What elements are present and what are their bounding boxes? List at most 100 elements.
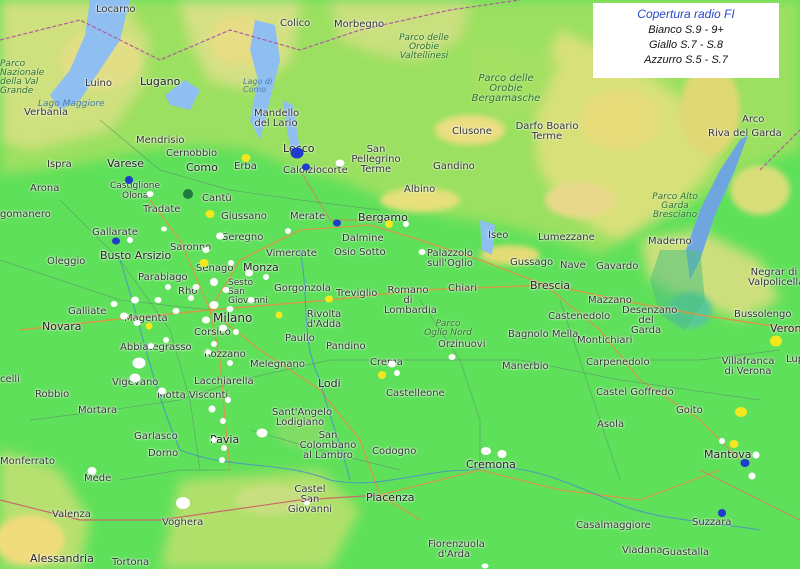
report-white[interactable]	[163, 337, 169, 343]
report-white[interactable]	[719, 438, 725, 444]
report-white[interactable]	[211, 437, 217, 443]
report-blue[interactable]	[290, 147, 304, 159]
report-white[interactable]	[481, 563, 489, 569]
report-white[interactable]	[221, 445, 227, 451]
report-white[interactable]	[154, 297, 162, 303]
report-white[interactable]	[127, 237, 133, 243]
place-montichiari: Montichiari	[577, 335, 633, 346]
report-white[interactable]	[148, 343, 154, 349]
report-white[interactable]	[263, 274, 269, 280]
report-white[interactable]	[146, 191, 154, 197]
report-yellow[interactable]	[770, 335, 782, 347]
place-ispra: Ispra	[47, 159, 72, 170]
report-white[interactable]	[285, 228, 291, 234]
report-blue[interactable]	[302, 163, 310, 171]
report-white[interactable]	[129, 373, 141, 383]
report-white[interactable]	[304, 500, 310, 506]
legend-row-yellow: Giallo S.7 - S.8	[649, 39, 723, 51]
place-bergamo: Bergamo	[358, 211, 408, 224]
report-white[interactable]	[448, 354, 456, 360]
report-white[interactable]	[233, 329, 239, 335]
report-white[interactable]	[161, 226, 167, 232]
place-treviglio: Treviglio	[336, 288, 378, 299]
place-negrar: Negrar di Valpolicella	[748, 267, 800, 288]
report-white[interactable]	[131, 296, 139, 304]
report-white[interactable]	[481, 447, 491, 455]
report-white[interactable]	[188, 295, 194, 301]
report-white[interactable]	[394, 370, 400, 376]
report-darkgreen[interactable]	[183, 189, 193, 199]
report-white[interactable]	[225, 397, 231, 403]
report-white[interactable]	[335, 159, 345, 167]
place-galliate: Galliate	[68, 306, 107, 317]
report-white[interactable]	[256, 428, 268, 438]
report-white[interactable]	[165, 284, 171, 290]
report-white[interactable]	[132, 357, 146, 369]
coverage-map[interactable]: Locarno Lugano Luino Verbania Lago Maggi…	[0, 0, 800, 569]
report-yellow[interactable]	[378, 371, 386, 379]
place-calolziocorte: Calolziocorte	[283, 165, 348, 176]
place-oleggio: Oleggio	[47, 256, 86, 267]
place-mede: Mede	[84, 473, 112, 484]
report-white[interactable]	[388, 360, 396, 368]
place-darfo: Darfo Boario Terme	[515, 121, 579, 142]
report-white[interactable]	[222, 287, 230, 293]
report-white[interactable]	[208, 405, 216, 413]
report-white[interactable]	[245, 269, 253, 277]
report-white[interactable]	[219, 457, 225, 463]
place-robbio: Robbio	[35, 389, 70, 400]
legend-row-blue: Azzurro S.5 - S.7	[644, 54, 728, 66]
report-white[interactable]	[176, 497, 190, 509]
report-white[interactable]	[216, 232, 224, 240]
place-morbegno: Morbegno	[334, 19, 385, 30]
place-castiglione: Castiglione	[110, 181, 160, 191]
report-white[interactable]	[228, 260, 234, 266]
report-white[interactable]	[158, 387, 166, 395]
park-oglio-nord: Parco Oglio Nord	[424, 319, 472, 338]
park-valgrande: Parco Nazionale della Val Grande	[0, 59, 45, 96]
report-white[interactable]	[172, 308, 180, 314]
place-rivolta: Rivolta d'Adda	[306, 309, 342, 330]
place-villafranca: Villafranca di Verona	[721, 356, 775, 377]
report-yellow[interactable]	[735, 407, 747, 417]
report-yellow[interactable]	[145, 322, 153, 330]
report-white[interactable]	[219, 324, 227, 332]
report-white[interactable]	[220, 418, 226, 424]
report-white[interactable]	[418, 249, 426, 255]
report-white[interactable]	[120, 312, 128, 320]
place-seregno: Seregno	[222, 232, 264, 243]
report-white[interactable]	[192, 284, 200, 290]
report-white[interactable]	[133, 320, 141, 326]
report-blue[interactable]	[333, 219, 341, 227]
report-yellow[interactable]	[729, 440, 739, 448]
report-blue[interactable]	[112, 237, 120, 245]
report-blue[interactable]	[740, 459, 750, 467]
report-white[interactable]	[403, 221, 409, 227]
place-orzinuovi: Orzinuovi	[438, 339, 486, 350]
report-white[interactable]	[227, 360, 233, 366]
place-goito: Goito	[676, 405, 703, 416]
place-parabiago: Parabiago	[138, 272, 188, 283]
report-white[interactable]	[247, 297, 255, 303]
report-white[interactable]	[211, 341, 217, 347]
place-arco: Arco	[742, 114, 765, 125]
report-white[interactable]	[205, 349, 211, 355]
report-yellow[interactable]	[241, 154, 251, 162]
report-yellow[interactable]	[205, 210, 215, 218]
report-yellow[interactable]	[275, 311, 283, 319]
report-white[interactable]	[748, 472, 756, 480]
report-white[interactable]	[497, 450, 507, 458]
report-white[interactable]	[226, 306, 234, 312]
report-yellow[interactable]	[385, 220, 393, 228]
report-white[interactable]	[202, 247, 210, 253]
report-yellow[interactable]	[199, 259, 209, 267]
report-white[interactable]	[210, 278, 218, 286]
report-white[interactable]	[202, 316, 210, 324]
report-white[interactable]	[209, 301, 219, 309]
report-white[interactable]	[110, 301, 118, 307]
report-blue[interactable]	[718, 509, 726, 517]
report-white[interactable]	[752, 451, 760, 459]
report-white[interactable]	[87, 467, 97, 475]
report-yellow[interactable]	[325, 295, 333, 303]
report-blue[interactable]	[125, 176, 133, 184]
